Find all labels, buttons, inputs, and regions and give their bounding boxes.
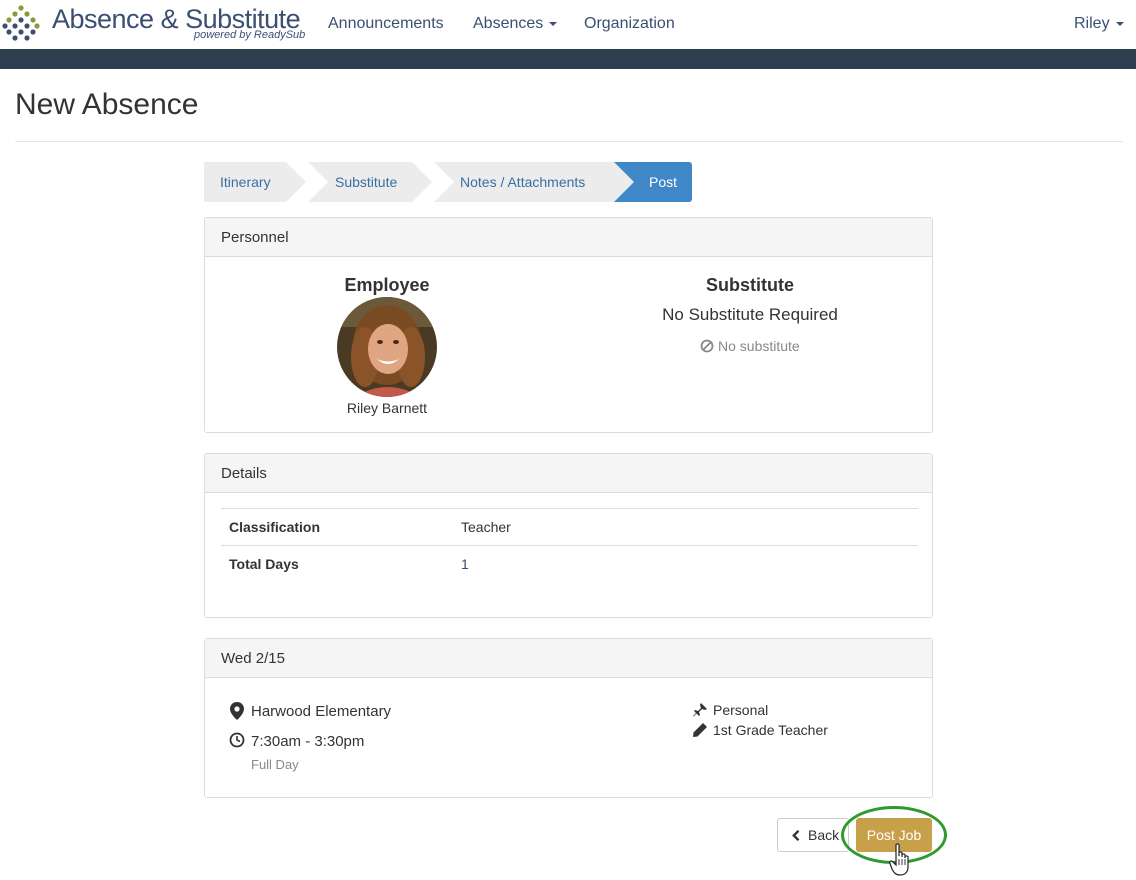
page-title: New Absence: [15, 88, 199, 121]
location-name: Harwood Elementary: [251, 703, 392, 720]
step-label: Itinerary: [220, 174, 271, 190]
caret-down-icon: [1115, 21, 1124, 26]
time-range: 7:30am - 3:30pm: [251, 733, 365, 750]
caret-down-icon: [549, 21, 558, 26]
substitute-status: No Substitute Required: [662, 305, 838, 324]
avatar-photo-icon: [337, 297, 437, 397]
user-menu[interactable]: Riley: [1074, 15, 1124, 33]
pushpin-icon: [693, 703, 707, 717]
user-name: Riley: [1074, 15, 1110, 32]
day-panel: Wed 2/15 Harwood Elementary 7:30am - 3:3…: [204, 638, 933, 798]
personnel-panel: Personnel Employee Riley Barnett Substit…: [204, 217, 933, 433]
step-arrow: [412, 162, 432, 202]
detail-label: Classification: [229, 519, 321, 535]
employee-title: Employee: [344, 275, 430, 295]
step-notch: [614, 162, 634, 202]
step-notes-attachments[interactable]: Notes / Attachments: [454, 162, 614, 202]
clock-icon: [229, 732, 245, 748]
table-row: Total Days 1: [221, 545, 918, 582]
panel-heading: Personnel: [205, 218, 932, 257]
no-substitute-text: No substitute: [718, 338, 800, 354]
detail-value: 1: [461, 556, 469, 572]
map-marker-icon: [230, 702, 244, 720]
step-itinerary[interactable]: Itinerary: [204, 162, 286, 202]
brand-logo[interactable]: Absence & Substitute powered by ReadySub: [2, 2, 306, 46]
step-label: Notes / Attachments: [460, 174, 586, 190]
hand-cursor-icon: [889, 843, 909, 876]
step-substitute[interactable]: Substitute: [328, 162, 412, 202]
employee-avatar: [337, 297, 437, 397]
position-title: 1st Grade Teacher: [713, 722, 828, 738]
step-notch: [434, 162, 454, 202]
detail-value: Teacher: [461, 519, 511, 535]
logo-dots-icon: [2, 5, 40, 41]
employee-name: Riley Barnett: [346, 400, 428, 416]
detail-label: Total Days: [229, 556, 299, 572]
step-arrow: [286, 162, 306, 202]
pencil-icon: [693, 723, 707, 737]
step-label: Substitute: [335, 174, 398, 190]
back-button[interactable]: Back: [777, 818, 849, 852]
substitute-title: Substitute: [706, 275, 794, 295]
panel-heading: Wed 2/15: [205, 639, 932, 678]
table-row: Classification Teacher: [221, 508, 918, 545]
step-post[interactable]: Post: [634, 162, 692, 202]
brand-subtitle: powered by ReadySub: [194, 29, 306, 41]
ban-icon: [700, 339, 714, 353]
nav-absences[interactable]: Absences: [473, 15, 558, 33]
no-substitute-label: No substitute: [700, 338, 800, 354]
details-panel: Details Classification Teacher Total Day…: [204, 453, 933, 618]
step-label: Post: [649, 174, 678, 190]
nav-underbar: [0, 49, 1136, 69]
nav-announcements[interactable]: Announcements: [328, 15, 444, 33]
details-table: Classification Teacher Total Days 1: [221, 508, 918, 582]
chevron-left-icon: [792, 830, 800, 841]
step-notch: [308, 162, 328, 202]
nav-organization[interactable]: Organization: [584, 15, 675, 33]
navbar: Absence & Substitute powered by ReadySub…: [0, 0, 1136, 49]
title-divider: [15, 141, 1123, 142]
back-label: Back: [808, 827, 840, 843]
panel-heading: Details: [205, 454, 932, 493]
nav-absences-label: Absences: [473, 15, 544, 32]
absence-reason: Personal: [713, 702, 769, 718]
duration-label: Full Day: [251, 757, 299, 772]
